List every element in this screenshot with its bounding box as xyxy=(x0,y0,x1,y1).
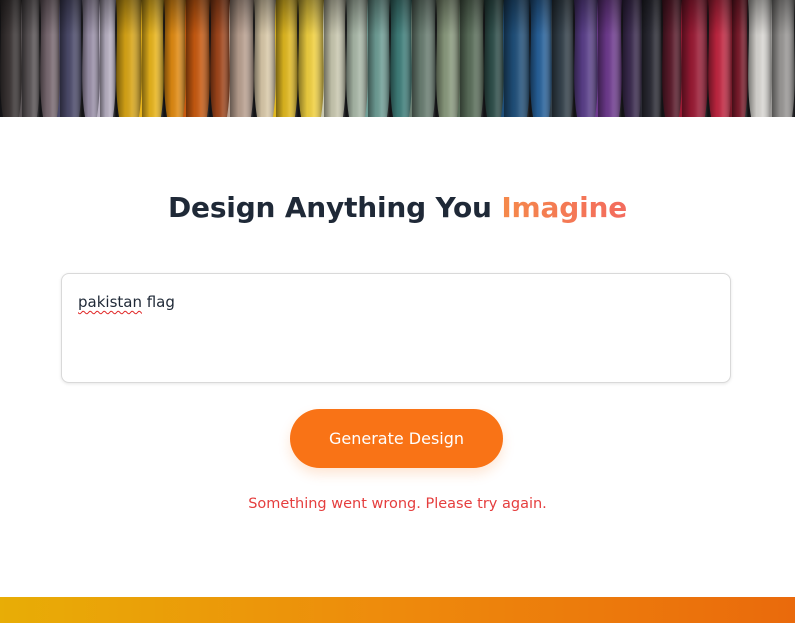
fabric-drapes-illustration xyxy=(0,0,795,117)
prompt-value: pakistan flag xyxy=(78,293,175,311)
prompt-misspelled-word: pakistan xyxy=(78,293,142,311)
page-title-main: Design Anything You xyxy=(168,191,502,224)
page-title-accent: Imagine xyxy=(501,191,627,224)
page-title: Design Anything You Imagine xyxy=(0,188,795,228)
generate-design-button[interactable]: Generate Design xyxy=(290,409,503,468)
hero-banner-image xyxy=(0,0,795,117)
prompt-value-rest: flag xyxy=(141,293,175,311)
error-message: Something went wrong. Please try again. xyxy=(248,496,547,512)
page: Design Anything You Imagine pakistan fla… xyxy=(0,0,795,623)
design-prompt-textarea[interactable]: pakistan flag xyxy=(61,273,731,383)
footer-bar xyxy=(0,597,795,623)
